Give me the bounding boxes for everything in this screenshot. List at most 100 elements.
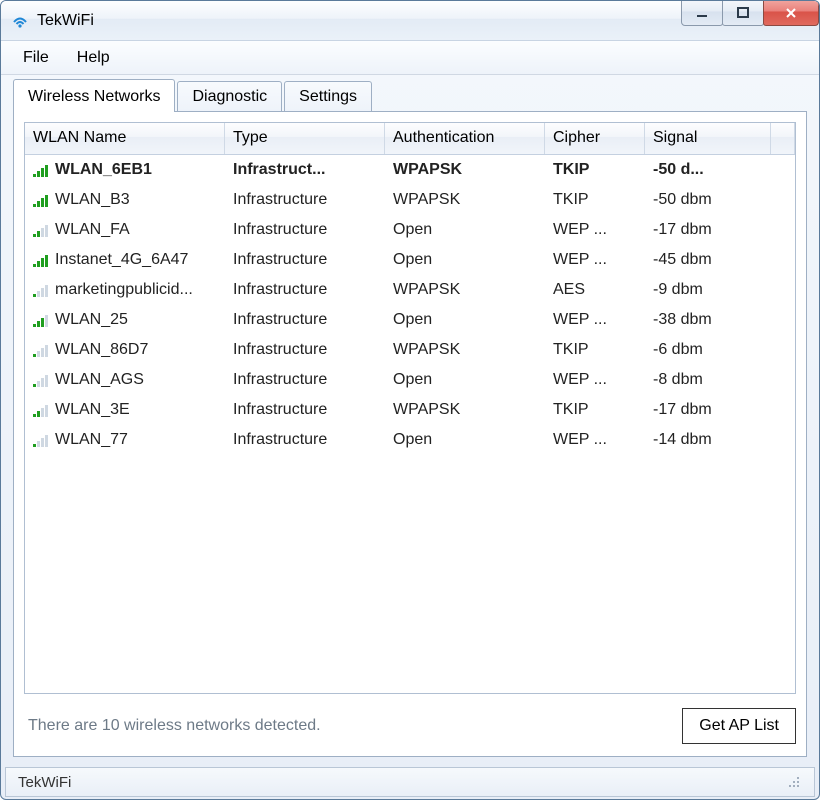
wlan-name-text: marketingpublicid...: [55, 281, 193, 299]
close-icon: [784, 6, 798, 20]
signal-bars-icon: [33, 343, 49, 357]
cell-type: Infrastructure: [225, 311, 385, 329]
table-row[interactable]: WLAN_AGS InfrastructureOpenWEP ...-8 dbm: [25, 365, 795, 395]
resize-grip[interactable]: [786, 774, 802, 790]
cell-cipher: TKIP: [545, 191, 645, 209]
main-window: TekWiFi File Help Wireless Networks Diag…: [0, 0, 820, 800]
cell-type: Infrastruct...: [225, 161, 385, 179]
table-row[interactable]: WLAN_77InfrastructureOpenWEP ...-14 dbm: [25, 425, 795, 455]
footer-row: There are 10 wireless networks detected.…: [24, 706, 796, 746]
signal-bars-icon: [33, 283, 49, 297]
wlan-name-text: WLAN_6EB1: [55, 161, 152, 179]
cell-wlan-name: WLAN_3E: [25, 401, 225, 419]
signal-bars-icon: [33, 193, 49, 207]
column-header-auth[interactable]: Authentication: [385, 123, 545, 154]
signal-bars-icon: [33, 313, 49, 327]
cell-auth: WPAPSK: [385, 401, 545, 419]
cell-wlan-name: WLAN_B3: [25, 191, 225, 209]
menu-file[interactable]: File: [13, 46, 59, 70]
signal-icon: [33, 403, 49, 417]
status-bar: TekWiFi: [5, 767, 815, 797]
wlan-name-text: WLAN_B3: [55, 191, 130, 209]
table-row[interactable]: WLAN_25InfrastructureOpenWEP ...-38 dbm: [25, 305, 795, 335]
table-row[interactable]: WLAN_B3 InfrastructureWPAPSKTKIP-50 dbm: [25, 185, 795, 215]
get-ap-list-button[interactable]: Get AP List: [682, 708, 796, 744]
signal-bars-icon: [33, 403, 49, 417]
menu-bar: File Help: [1, 41, 819, 75]
cell-type: Infrastructure: [225, 191, 385, 209]
cell-auth: WPAPSK: [385, 341, 545, 359]
window-controls: [682, 0, 819, 26]
cell-type: Infrastructure: [225, 281, 385, 299]
cell-auth: Open: [385, 371, 545, 389]
cell-cipher: WEP ...: [545, 251, 645, 269]
signal-bars-icon: [33, 163, 49, 177]
wlan-name-text: Instanet_4G_6A47: [55, 251, 188, 269]
cell-signal: -50 d...: [645, 161, 795, 179]
table-row[interactable]: WLAN_FAInfrastructureOpenWEP ...-17 dbm: [25, 215, 795, 245]
table-row[interactable]: marketingpublicid... InfrastructureWPAPSK…: [25, 275, 795, 305]
signal-icon: [33, 253, 49, 267]
signal-icon: [33, 313, 49, 327]
cell-auth: Open: [385, 431, 545, 449]
cell-auth: Open: [385, 311, 545, 329]
tab-label: Settings: [299, 88, 357, 105]
cell-type: Infrastructure: [225, 371, 385, 389]
cell-signal: -9 dbm: [645, 281, 795, 299]
cell-auth: WPAPSK: [385, 281, 545, 299]
cell-wlan-name: WLAN_77: [25, 431, 225, 449]
cell-signal: -50 dbm: [645, 191, 795, 209]
minimize-button[interactable]: [681, 0, 723, 26]
cell-cipher: WEP ...: [545, 371, 645, 389]
signal-icon: [33, 223, 49, 237]
table-row[interactable]: WLAN_6EB1 Infrastruct...WPAPSKTKIP-50 d..…: [25, 155, 795, 185]
cell-wlan-name: WLAN_FA: [25, 221, 225, 239]
wlan-name-text: WLAN_3E: [55, 401, 130, 419]
cell-cipher: TKIP: [545, 401, 645, 419]
wlan-name-text: WLAN_FA: [55, 221, 130, 239]
cell-cipher: TKIP: [545, 161, 645, 179]
signal-bars-icon: [33, 253, 49, 267]
resize-grip-icon: [786, 774, 802, 790]
signal-icon: [33, 163, 49, 177]
cell-wlan-name: WLAN_6EB1: [25, 161, 225, 179]
cell-auth: WPAPSK: [385, 161, 545, 179]
cell-signal: -8 dbm: [645, 371, 795, 389]
signal-icon: [33, 283, 49, 297]
maximize-icon: [736, 6, 750, 20]
cell-cipher: TKIP: [545, 341, 645, 359]
tab-settings[interactable]: Settings: [284, 81, 372, 111]
column-header-signal[interactable]: Signal: [645, 123, 771, 154]
cell-cipher: WEP ...: [545, 221, 645, 239]
column-header-type[interactable]: Type: [225, 123, 385, 154]
table-row[interactable]: Instanet_4G_6A47 InfrastructureOpenWEP ..…: [25, 245, 795, 275]
title-bar: TekWiFi: [1, 1, 819, 41]
column-header-name[interactable]: WLAN Name: [25, 123, 225, 154]
cell-auth: Open: [385, 221, 545, 239]
wlan-name-text: WLAN_AGS: [55, 371, 144, 389]
cell-auth: Open: [385, 251, 545, 269]
tab-wireless-networks[interactable]: Wireless Networks: [13, 79, 175, 112]
menu-help[interactable]: Help: [67, 46, 120, 70]
close-button[interactable]: [763, 0, 819, 26]
cell-signal: -17 dbm: [645, 221, 795, 239]
cell-cipher: AES: [545, 281, 645, 299]
tab-diagnostic[interactable]: Diagnostic: [177, 81, 282, 111]
cell-type: Infrastructure: [225, 251, 385, 269]
minimize-icon: [695, 6, 709, 20]
cell-auth: WPAPSK: [385, 191, 545, 209]
table-row[interactable]: WLAN_3EInfrastructureWPAPSKTKIP-17 dbm: [25, 395, 795, 425]
signal-icon: [33, 433, 49, 447]
list-header: WLAN Name Type Authentication Cipher Sig…: [25, 123, 795, 155]
column-header-cipher[interactable]: Cipher: [545, 123, 645, 154]
cell-type: Infrastructure: [225, 341, 385, 359]
cell-type: Infrastructure: [225, 431, 385, 449]
signal-icon: [33, 193, 49, 207]
list-body[interactable]: WLAN_6EB1Infrastruct...WPAPSKTKIP-50 d..…: [25, 155, 795, 693]
cell-wlan-name: marketingpublicid...: [25, 281, 225, 299]
wifi-app-icon: [11, 12, 29, 30]
maximize-button[interactable]: [722, 0, 764, 26]
button-label: Get AP List: [699, 717, 779, 734]
table-row[interactable]: WLAN_86D7InfrastructureWPAPSKTKIP-6 dbm: [25, 335, 795, 365]
cell-type: Infrastructure: [225, 401, 385, 419]
